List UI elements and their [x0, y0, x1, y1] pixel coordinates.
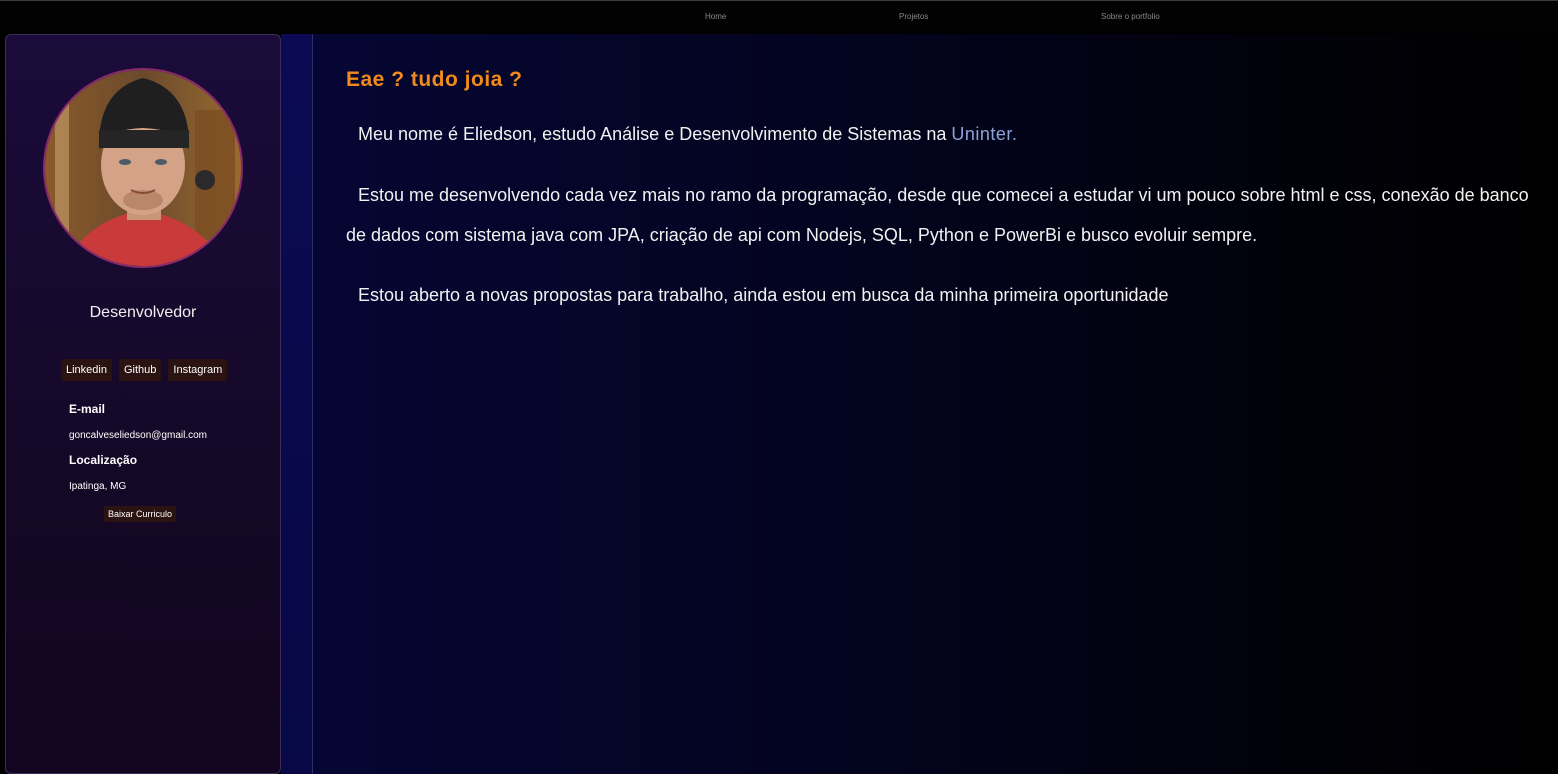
- about-paragraph-2: Estou me desenvolvendo cada vez mais no …: [346, 175, 1541, 255]
- social-links: Linkedin Github Instagram: [61, 359, 228, 381]
- top-navbar: Home Projetos Sobre o portfolio: [0, 0, 1558, 32]
- sidebar-divider: [281, 34, 312, 774]
- location-value: Ipatinga, MG: [69, 481, 127, 492]
- nav-sobre-link[interactable]: Sobre o portfolio: [1101, 12, 1160, 21]
- about-paragraph-3-text: Estou aberto a novas propostas para trab…: [358, 285, 1169, 305]
- greeting-heading: Eae ? tudo joia ?: [346, 68, 523, 91]
- nav-home-link[interactable]: Home: [705, 12, 726, 21]
- github-button[interactable]: Github: [118, 359, 162, 381]
- email-label: E-mail: [69, 402, 106, 416]
- profile-avatar: [43, 68, 243, 268]
- about-paragraph-2-text: Estou me desenvolvendo cada vez mais no …: [346, 185, 1529, 245]
- profile-role: Desenvolvedor: [89, 304, 197, 321]
- nav-projetos-link[interactable]: Projetos: [899, 12, 928, 21]
- avatar-photo-illustration: [45, 70, 241, 266]
- uninter-link[interactable]: Uninter.: [951, 124, 1017, 144]
- about-paragraph-3: Estou aberto a novas propostas para trab…: [346, 275, 1541, 315]
- instagram-button[interactable]: Instagram: [168, 359, 228, 381]
- linkedin-button[interactable]: Linkedin: [61, 359, 112, 381]
- email-value: goncalveseliedson@gmail.com: [69, 430, 207, 441]
- location-label: Localização: [69, 453, 138, 467]
- about-paragraph-1: Meu nome é Eliedson, estudo Análise e De…: [346, 114, 1541, 154]
- about-paragraph-1-text: Meu nome é Eliedson, estudo Análise e De…: [358, 124, 952, 144]
- download-cv-button[interactable]: Baixar Curriculo: [104, 506, 177, 522]
